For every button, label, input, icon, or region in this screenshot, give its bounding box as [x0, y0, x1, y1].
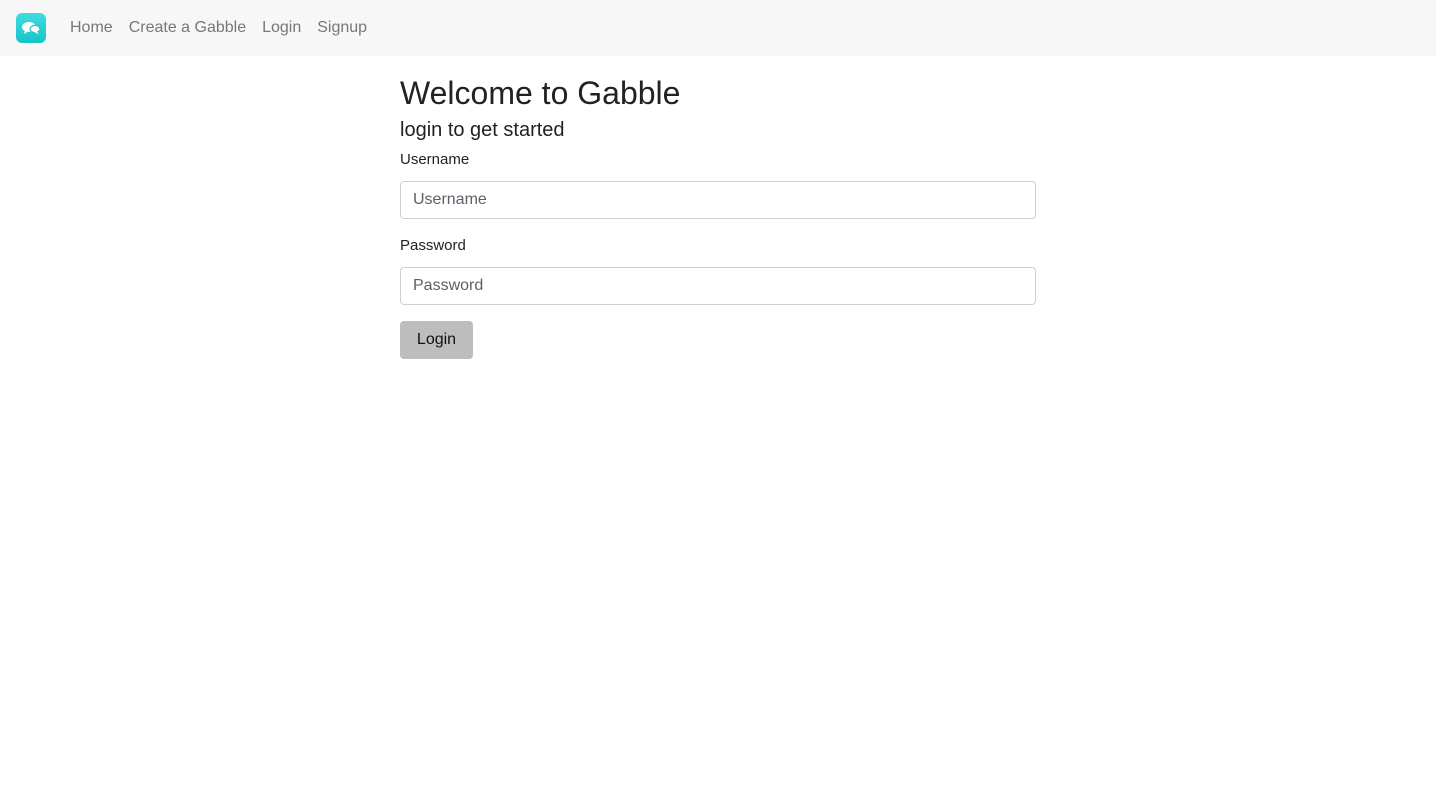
nav-link-signup[interactable]: Signup — [309, 19, 375, 37]
page-title: Welcome to Gabble — [400, 75, 681, 111]
nav-link-home[interactable]: Home — [62, 19, 121, 37]
username-input[interactable] — [400, 181, 1036, 219]
nav-link-create-gabble[interactable]: Create a Gabble — [121, 19, 254, 37]
username-label: Username — [400, 151, 470, 168]
nav-links: Home Create a Gabble Login Signup — [62, 0, 375, 56]
top-navbar: Home Create a Gabble Login Signup — [0, 0, 1436, 56]
page-subtitle: login to get started — [400, 119, 565, 141]
chat-bubbles-icon — [22, 22, 41, 35]
login-button[interactable]: Login — [400, 321, 473, 359]
brand-logo-chat-bubbles-icon[interactable] — [16, 13, 46, 43]
nav-link-login[interactable]: Login — [254, 19, 309, 37]
password-label: Password — [400, 237, 466, 254]
password-input[interactable] — [400, 267, 1036, 305]
